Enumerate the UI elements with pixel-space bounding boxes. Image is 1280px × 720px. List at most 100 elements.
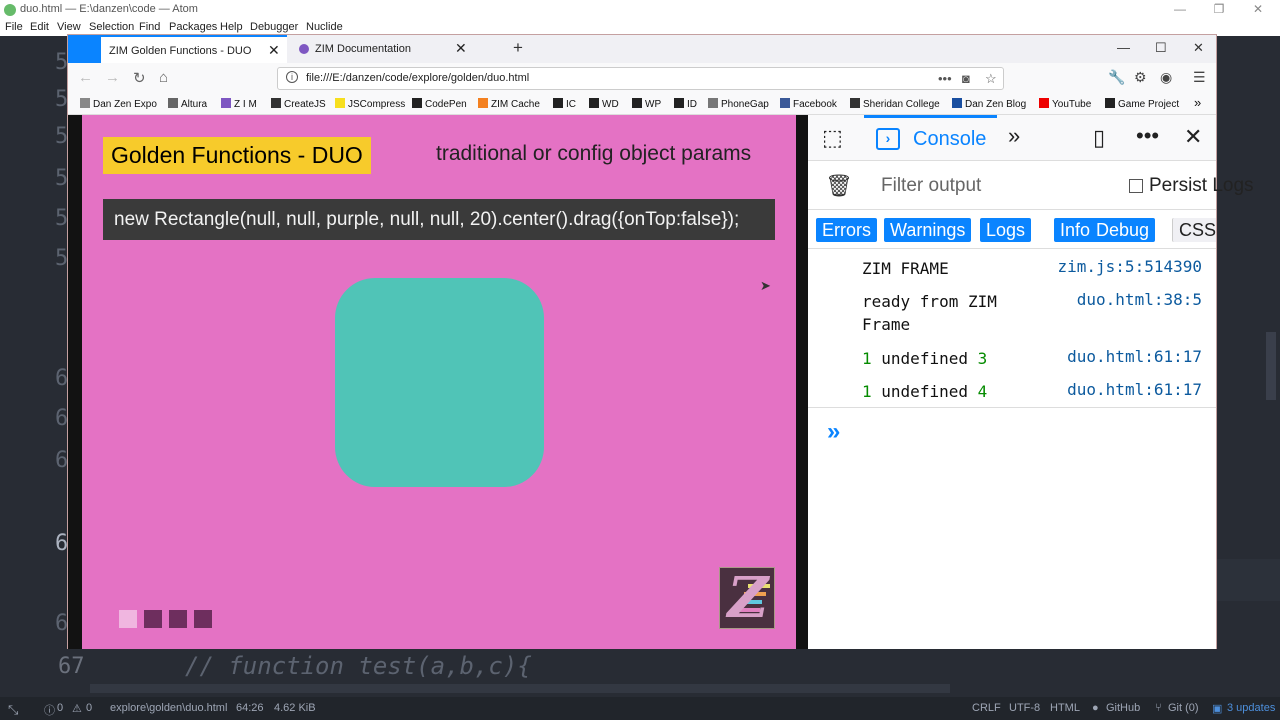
filter-input[interactable]: Filter output [881,175,981,197]
menu-packages[interactable]: Packages [169,21,217,33]
page-indicator-active[interactable] [119,610,137,628]
updates-icon[interactable]: ▣ [1212,702,1222,715]
maximize-icon[interactable]: ☐ [1155,40,1167,56]
page-actions-icon[interactable]: ••• [938,71,952,86]
bookmark-item[interactable]: Dan Zen Expo [80,98,157,110]
close-icon[interactable]: ✕ [1248,2,1268,16]
url-bar[interactable]: i file:///E:/danzen/code/explore/golden/… [277,67,1004,90]
github-icon[interactable]: ● [1092,702,1099,714]
pocket-icon[interactable]: ◙ [962,71,970,86]
error-count[interactable]: 0 [57,702,63,714]
message-source-link[interactable]: duo.html:38:5 [1077,290,1202,309]
page-indicator[interactable] [169,610,187,628]
bookmark-item[interactable]: PhoneGap [708,98,769,110]
code-comment[interactable]: // function test(a,b,c){ [185,652,532,680]
bookmark-item[interactable]: ID [674,98,697,110]
bookmarks-overflow-icon[interactable]: » [1194,95,1201,110]
bookmark-item[interactable]: JSCompress [335,98,405,110]
message-source-link[interactable]: zim.js:5:514390 [1058,257,1203,276]
minimize-icon[interactable]: — [1170,2,1190,16]
warning-count[interactable]: 0 [86,702,92,714]
close-devtools-icon[interactable]: ✕ [1184,124,1202,150]
home-icon[interactable]: ⌂ [159,69,168,86]
line-ending[interactable]: CRLF [972,702,1001,714]
bookmark-item[interactable]: CodePen [412,98,467,110]
page-canvas[interactable]: Golden Functions - DUO traditional or co… [68,115,808,649]
gear-icon[interactable]: ⚙ [1134,69,1147,86]
page-indicator[interactable] [194,610,212,628]
bookmark-star-icon[interactable]: ☆ [985,71,997,87]
code-example: new Rectangle(null, null, purple, null, … [103,199,775,240]
maximize-icon[interactable]: ❐ [1209,2,1229,16]
tab-close-icon[interactable]: ✕ [455,40,467,57]
trash-icon[interactable]: 🗑 [825,173,853,199]
gutter-line-number: 67 [58,654,85,679]
new-tab-button[interactable]: + [513,38,523,58]
filter-logs-button[interactable]: Logs [980,218,1032,242]
menu-view[interactable]: View [57,21,81,33]
menu-debugger[interactable]: Debugger [250,21,298,33]
forward-icon[interactable]: → [105,69,120,86]
file-path[interactable]: explore\golden\duo.html [110,702,227,714]
error-count-icon[interactable]: ⓘ [44,702,55,718]
grammar[interactable]: HTML [1050,702,1080,714]
github-link[interactable]: GitHub [1106,702,1140,714]
updates-link[interactable]: 3 updates [1227,702,1275,714]
bookmark-item[interactable]: ZIM Cache [478,98,540,110]
tab-zim-golden[interactable]: ZIM Golden Functions - DUO ✕ [101,35,287,63]
menu-nuclide[interactable]: Nuclide [306,21,343,33]
filter-errors-button[interactable]: Errors [816,218,877,242]
cursor-position[interactable]: 64:26 [236,702,264,714]
persist-logs-checkbox[interactable] [1129,179,1143,193]
git-status[interactable]: Git (0) [1168,702,1199,714]
menu-edit[interactable]: Edit [30,21,49,33]
bookmark-item[interactable]: Game Project [1105,98,1179,110]
message-source-link[interactable]: duo.html:61:17 [1067,347,1202,366]
url-text[interactable]: file:///E:/danzen/code/explore/golden/du… [306,72,529,84]
bookmark-item[interactable]: Dan Zen Blog [952,98,1026,110]
page-indicator[interactable] [144,610,162,628]
more-tools-icon[interactable]: » [1008,123,1020,149]
close-icon[interactable]: ✕ [1193,40,1204,56]
menu-find[interactable]: Find [139,21,160,33]
responsive-design-icon[interactable]: ▯ [1093,125,1105,151]
element-picker-icon[interactable]: ⬚ [822,125,843,151]
console-prompt-icon[interactable]: » [827,418,840,446]
filter-warnings-button[interactable]: Warnings [884,218,972,242]
filter-debug-button[interactable]: Debug [1090,218,1156,242]
info-icon[interactable]: i [286,71,298,83]
horizontal-scrollbar[interactable] [90,684,950,693]
minimize-icon[interactable]: — [1117,40,1130,55]
tab-console[interactable]: › Console [864,115,997,161]
message-source-link[interactable]: duo.html:61:17 [1067,380,1202,399]
bookmark-item[interactable]: Altura [168,98,207,110]
bookmark-item[interactable]: IC [553,98,576,110]
account-icon[interactable]: ◉ [1160,69,1172,86]
bookmark-item[interactable]: Z I M [221,98,257,110]
draggable-rectangle[interactable] [335,278,544,487]
menu-selection[interactable]: Selection [89,21,134,33]
bookmark-item[interactable]: Facebook [780,98,837,110]
menu-file[interactable]: File [5,21,23,33]
tools-icon[interactable]: ⤡ [8,702,18,718]
filter-css-button[interactable]: CSS [1172,218,1216,242]
bookmark-item[interactable]: WD [589,98,619,110]
wrench-icon[interactable]: 🔧 [1108,69,1125,86]
tab-zim-docs[interactable]: ZIM Documentation ✕ [289,35,473,63]
hamburger-menu-icon[interactable]: ☰ [1193,69,1206,86]
tab-close-icon[interactable]: ✕ [268,42,280,59]
back-icon[interactable]: ← [78,69,93,86]
zim-logo[interactable]: Z [719,567,775,629]
encoding[interactable]: UTF-8 [1009,702,1040,714]
reload-icon[interactable]: ↻ [133,69,146,87]
bookmark-item[interactable]: CreateJS [271,98,326,110]
bookmark-item[interactable]: Sheridan College [850,98,940,110]
bookmark-item[interactable]: YouTube [1039,98,1091,110]
warning-count-icon[interactable]: ⚠ [72,702,82,715]
options-menu-icon[interactable]: ••• [1136,123,1159,149]
bookmark-item[interactable]: WP [632,98,661,110]
persist-logs-label[interactable]: Persist Logs [1149,175,1254,197]
menu-help[interactable]: Help [220,21,243,33]
git-icon[interactable]: ⑂ [1155,702,1162,714]
vertical-scrollbar[interactable] [1266,332,1276,400]
